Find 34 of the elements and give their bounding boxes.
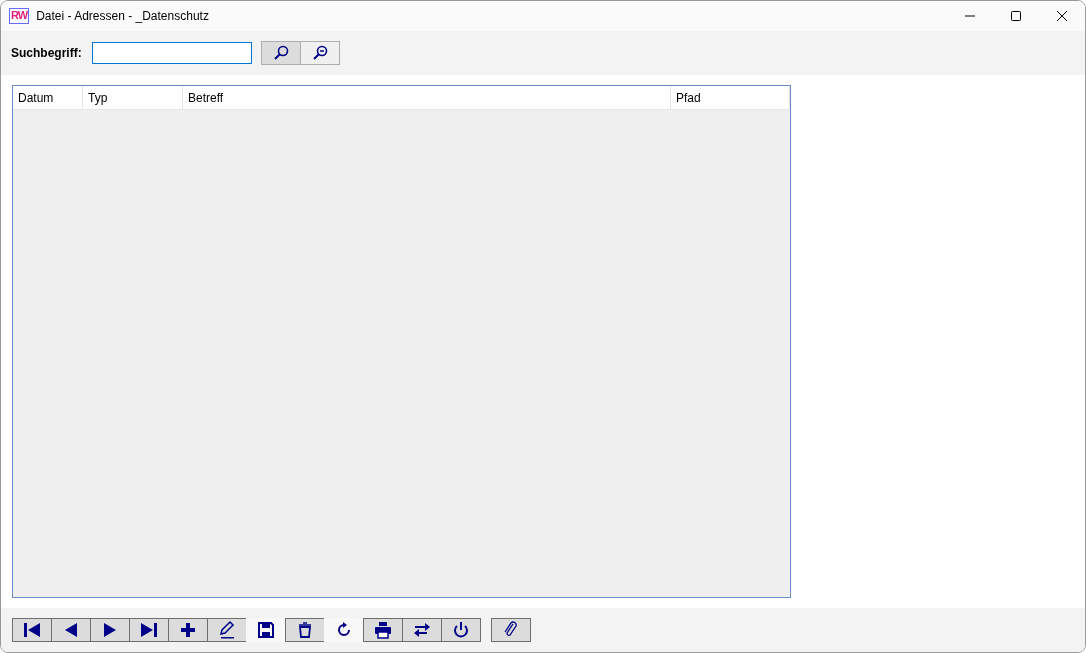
save-button[interactable] bbox=[246, 618, 286, 642]
print-button[interactable] bbox=[363, 618, 403, 642]
refresh-button[interactable] bbox=[324, 618, 364, 642]
last-record-icon bbox=[139, 620, 159, 640]
edit-button[interactable] bbox=[207, 618, 247, 642]
plus-icon bbox=[178, 620, 198, 640]
delete-button[interactable] bbox=[285, 618, 325, 642]
window-title: Datei - Adressen - _Datenschutz bbox=[36, 9, 210, 23]
search-icon bbox=[272, 45, 289, 61]
clear-search-button[interactable] bbox=[299, 41, 340, 65]
attachment-button[interactable] bbox=[491, 618, 531, 642]
power-icon bbox=[451, 620, 471, 640]
exit-button[interactable] bbox=[441, 618, 481, 642]
first-record-icon bbox=[22, 620, 42, 640]
swap-arrows-icon bbox=[412, 620, 432, 640]
previous-button[interactable] bbox=[51, 618, 91, 642]
close-icon bbox=[1057, 11, 1067, 21]
column-header[interactable]: Typ bbox=[83, 86, 183, 109]
last-button[interactable] bbox=[129, 618, 169, 642]
column-header[interactable]: Datum bbox=[13, 86, 83, 109]
zoom-out-icon bbox=[311, 45, 328, 61]
swap-button[interactable] bbox=[402, 618, 442, 642]
maximize-icon bbox=[1011, 11, 1021, 21]
search-button[interactable] bbox=[260, 41, 301, 65]
search-label: Suchbegriff: bbox=[11, 46, 82, 60]
first-button[interactable] bbox=[12, 618, 52, 642]
pencil-icon bbox=[217, 620, 237, 640]
column-header[interactable]: Pfad bbox=[671, 86, 790, 109]
search-field[interactable] bbox=[91, 42, 252, 64]
app-logo: RW bbox=[9, 8, 30, 24]
next-button[interactable] bbox=[90, 618, 130, 642]
printer-icon bbox=[373, 620, 393, 640]
column-header[interactable]: Betreff bbox=[183, 86, 671, 109]
add-button[interactable] bbox=[168, 618, 208, 642]
